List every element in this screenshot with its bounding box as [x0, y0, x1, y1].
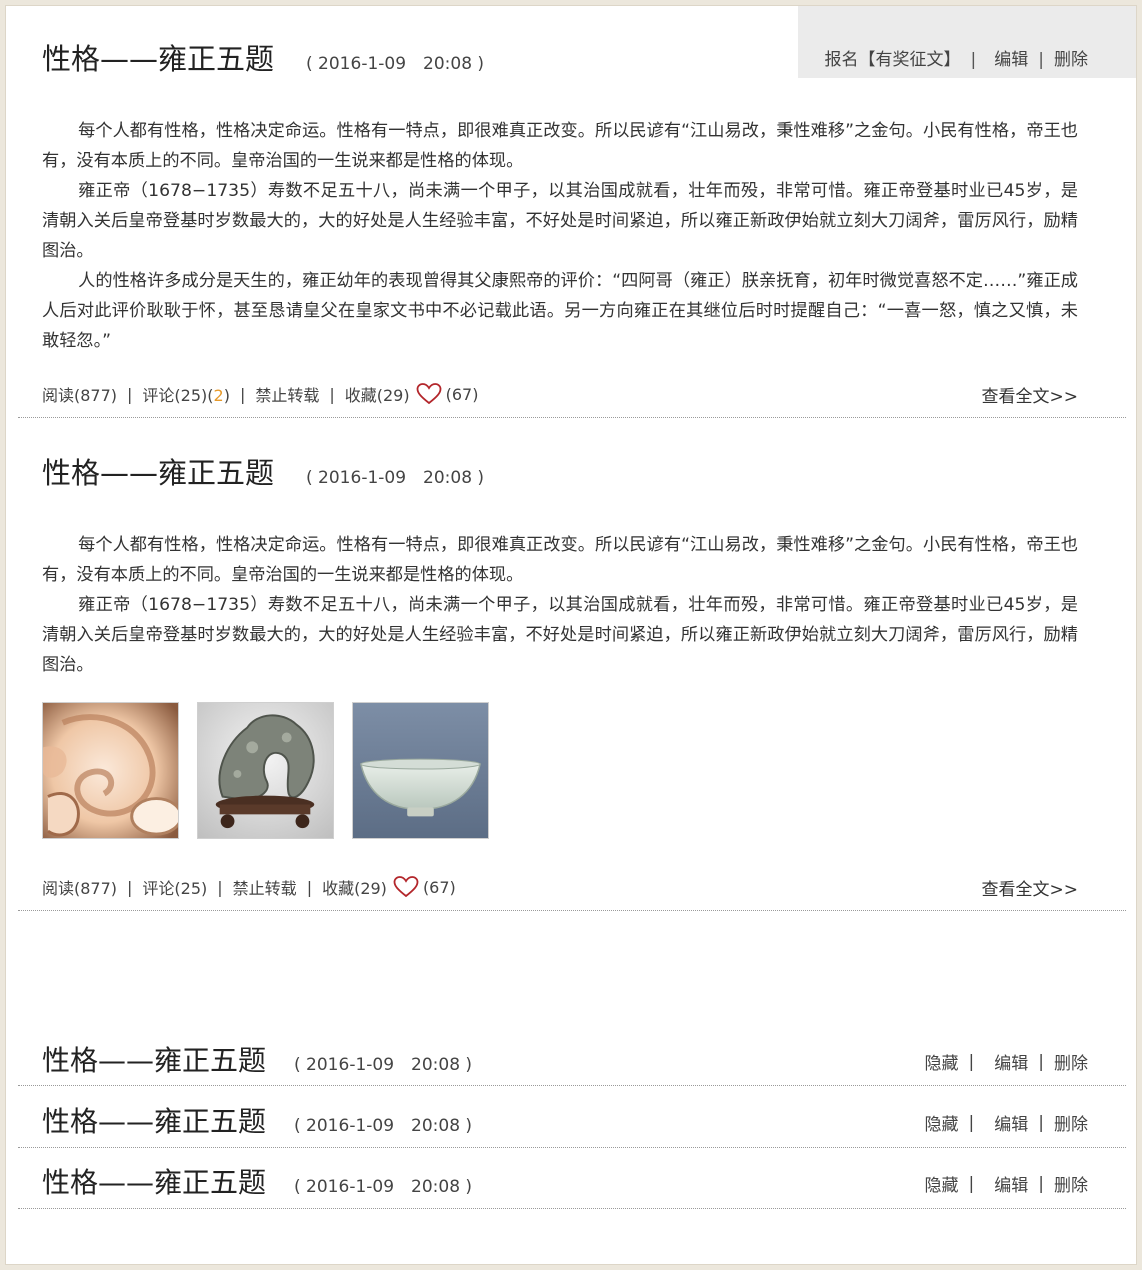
paragraph: 雍正帝（1678−1735）寿数不足五十八，尚未满一个甲子，以其治国成就看，壮年…	[42, 595, 1078, 675]
celadon-bowl-thumbnail[interactable]	[352, 702, 489, 839]
separator: |	[970, 50, 977, 70]
jade-carving-image	[43, 703, 178, 838]
divider	[18, 417, 1126, 418]
separator: |	[1038, 50, 1044, 70]
separator: |	[968, 1051, 975, 1072]
page: 报名【有奖征文】 | 编辑 | 删除 性格——雍正五题 ( 2016-1-09 …	[5, 5, 1137, 1265]
post-title[interactable]: 性格——雍正五题	[42, 450, 274, 492]
comments-link[interactable]: 评论(25)	[142, 875, 207, 899]
new-comment-count: 2	[213, 386, 224, 405]
post-actions-bar: 报名【有奖征文】 | 编辑 | 删除	[798, 6, 1136, 78]
edit-link[interactable]: 编辑	[994, 1110, 1028, 1135]
divider	[18, 910, 1126, 911]
post-excerpt: 每个人都有性格，性格决定命运。性格有一特点，即很难真正改变。所以民谚有“江山易改…	[42, 116, 1078, 356]
post-meta-bar: 阅读(877) | 评论(25)(2) | 禁止转载 | 收藏(29) (67)…	[42, 382, 1079, 407]
read-more-link[interactable]: 查看全文>>	[982, 875, 1079, 900]
separator: |	[127, 877, 133, 897]
jade-carving-thumbnail[interactable]	[42, 702, 179, 839]
paragraph: 人的性格许多成分是天生的，雍正幼年的表现曾得其父康熙帝的评价：“四阿哥（雍正）朕…	[42, 271, 1078, 351]
delete-link[interactable]: 删除	[1054, 45, 1088, 70]
paragraph: 雍正帝（1678−1735）寿数不足五十八，尚未满一个甲子，以其治国成就看，壮年…	[42, 181, 1078, 261]
post-title-row: 性格——雍正五题 ( 2016-1-09 20:08 )	[42, 36, 484, 78]
comment-count: 评论(25)(	[142, 386, 214, 405]
compact-post-title-row: 性格——雍正五题 ( 2016-1-09 20:08 )	[42, 1039, 472, 1079]
post-title-row: 性格——雍正五题 ( 2016-1-09 20:08 )	[42, 450, 484, 492]
post-date: ( 2016-1-09 20:08 )	[294, 1177, 473, 1197]
compact-post-actions: 隐藏 | 编辑 | 删除	[925, 1110, 1088, 1136]
hide-link[interactable]: 隐藏	[925, 1049, 959, 1074]
divider	[18, 1085, 1126, 1086]
scholar-rock-thumbnail[interactable]	[197, 702, 334, 839]
post-excerpt: 每个人都有性格，性格决定命运。性格有一特点，即很难真正改变。所以民谚有“江山易改…	[42, 530, 1078, 680]
favorites-link[interactable]: 收藏(29)	[322, 875, 387, 899]
hide-link[interactable]: 隐藏	[925, 1171, 959, 1196]
separator: |	[968, 1112, 975, 1133]
edit-link[interactable]: 编辑	[994, 1171, 1028, 1196]
compact-post-title-row: 性格——雍正五题 ( 2016-1-09 20:08 )	[42, 1161, 472, 1201]
post-image-gallery	[42, 702, 489, 839]
hide-link[interactable]: 隐藏	[925, 1110, 959, 1135]
read-count: 阅读(877)	[42, 879, 118, 898]
separator: |	[127, 384, 133, 404]
separator: |	[1038, 1051, 1044, 1072]
paragraph: 每个人都有性格，性格决定命运。性格有一特点，即很难真正改变。所以民谚有“江山易改…	[42, 535, 1078, 585]
delete-link[interactable]: 删除	[1054, 1110, 1088, 1135]
edit-link[interactable]: 编辑	[994, 1049, 1028, 1074]
comment-count-close: )	[223, 386, 230, 405]
post-date: ( 2016-1-09 20:08 )	[306, 54, 485, 74]
compact-post-actions: 隐藏 | 编辑 | 删除	[925, 1171, 1088, 1197]
separator: |	[968, 1173, 975, 1194]
like-count: (67)	[445, 384, 479, 404]
post-title[interactable]: 性格——雍正五题	[42, 1161, 266, 1201]
delete-link[interactable]: 删除	[1054, 1049, 1088, 1074]
divider	[18, 1208, 1126, 1209]
signup-contest-link[interactable]: 报名【有奖征文】	[825, 45, 961, 70]
compact-post-title-row: 性格——雍正五题 ( 2016-1-09 20:08 )	[42, 1100, 472, 1140]
scholar-rock-image	[198, 703, 333, 838]
post-meta-bar: 阅读(877) | 评论(25) | 禁止转载 | 收藏(29) (67) 查看…	[42, 875, 1079, 900]
separator: |	[1038, 1173, 1044, 1194]
heart-icon[interactable]	[416, 383, 442, 405]
paragraph: 每个人都有性格，性格决定命运。性格有一特点，即很难真正改变。所以民谚有“江山易改…	[42, 121, 1078, 171]
delete-link[interactable]: 删除	[1054, 1171, 1088, 1196]
no-repost-label: 禁止转载	[232, 879, 297, 898]
post-date: ( 2016-1-09 20:08 )	[294, 1055, 473, 1075]
separator: |	[329, 384, 335, 404]
separator: |	[217, 877, 223, 897]
separator: |	[306, 877, 313, 897]
favorites-link[interactable]: 收藏(29)	[345, 382, 410, 406]
heart-icon[interactable]	[393, 876, 419, 898]
separator: |	[1038, 1112, 1044, 1133]
divider	[18, 1147, 1126, 1148]
no-repost-label: 禁止转载	[255, 386, 320, 405]
separator: |	[239, 384, 246, 404]
edit-link[interactable]: 编辑	[994, 45, 1028, 70]
like-count: (67)	[422, 877, 456, 897]
read-more-link[interactable]: 查看全文>>	[982, 382, 1079, 407]
post-date: ( 2016-1-09 20:08 )	[294, 1116, 473, 1136]
post-title[interactable]: 性格——雍正五题	[42, 1039, 266, 1079]
comments-link[interactable]: 评论(25)(2)	[142, 382, 230, 406]
read-count: 阅读(877)	[42, 386, 118, 405]
post-title[interactable]: 性格——雍正五题	[42, 36, 274, 78]
post-title[interactable]: 性格——雍正五题	[42, 1100, 266, 1140]
post-date: ( 2016-1-09 20:08 )	[306, 468, 485, 488]
celadon-bowl-image	[353, 703, 488, 838]
compact-post-actions: 隐藏 | 编辑 | 删除	[925, 1049, 1088, 1075]
